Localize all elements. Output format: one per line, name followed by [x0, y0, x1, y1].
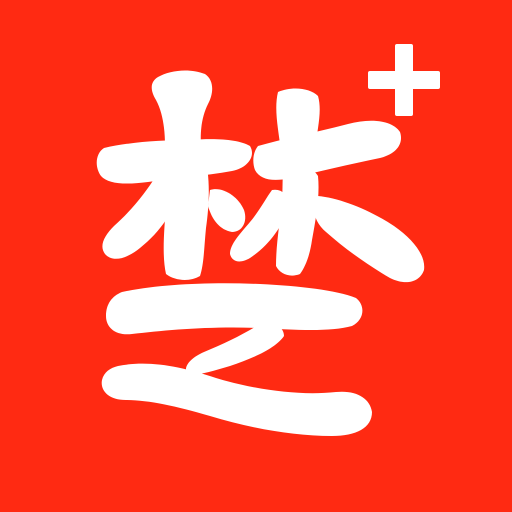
chu-logo-icon [96, 44, 440, 436]
plus-badge-icon [368, 44, 440, 116]
app-icon: 楚 + [0, 0, 512, 512]
calligraphy-glyph [96, 70, 425, 436]
